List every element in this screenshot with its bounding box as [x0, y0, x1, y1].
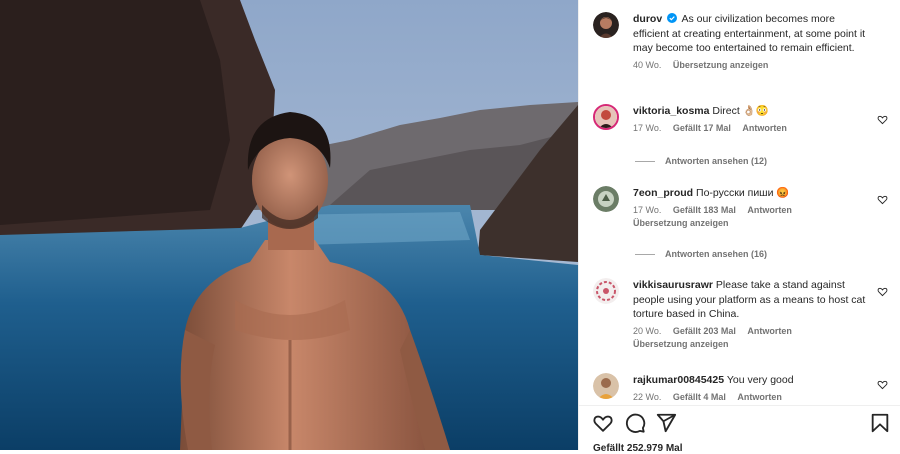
commenter-avatar[interactable]	[593, 373, 619, 399]
post-action-bar: Gefällt 252.979 Mal	[579, 405, 900, 454]
comment-username[interactable]: viktoria_kosma	[633, 105, 709, 117]
comment-likes[interactable]: Gefällt 203 Mal	[673, 326, 736, 336]
reply-link[interactable]: Antworten	[742, 123, 787, 133]
post-age: 40 Wo.	[633, 59, 662, 70]
reply-link[interactable]: Antworten	[737, 392, 782, 402]
comment-text: Direct 👌🏼😳	[712, 105, 769, 117]
post-photo[interactable]	[0, 0, 578, 450]
comment-username[interactable]: 7eon_proud	[633, 187, 693, 199]
comment-username[interactable]: vikkisaurusrawr	[633, 279, 713, 291]
comment-age: 17 Wo.	[633, 204, 662, 215]
translate-link[interactable]: Übersetzung anzeigen	[633, 339, 729, 349]
comment-icon[interactable]	[624, 412, 646, 434]
comment-like-heart-icon[interactable]	[877, 194, 888, 205]
translate-link[interactable]: Übersetzung anzeigen	[633, 218, 729, 228]
replies-divider	[635, 253, 655, 255]
comments-scroll[interactable]: durov As our civilization becomes more e…	[579, 0, 900, 405]
comment-likes[interactable]: Gefällt 17 Mal	[673, 123, 731, 133]
view-replies-label: Antworten ansehen (12)	[665, 156, 768, 166]
commenter-avatar[interactable]	[593, 186, 619, 212]
comments-panel: durov As our civilization becomes more e…	[578, 0, 900, 454]
comment-like-heart-icon[interactable]	[877, 286, 888, 297]
comment-age: 17 Wo.	[633, 122, 662, 133]
heart-icon[interactable]	[592, 412, 614, 434]
comment-item: vikkisaurusrawr Please take a stand agai…	[593, 278, 892, 358]
view-replies-label: Antworten ansehen (16)	[665, 249, 768, 259]
bookmark-icon[interactable]	[869, 412, 891, 434]
replies-divider	[635, 160, 655, 162]
reply-link[interactable]: Antworten	[747, 205, 792, 215]
comment-likes[interactable]: Gefällt 4 Mal	[673, 392, 726, 402]
comment-like-heart-icon[interactable]	[877, 114, 888, 125]
share-icon[interactable]	[655, 412, 677, 434]
comment-age: 22 Wo.	[633, 391, 662, 402]
commenter-avatar[interactable]	[593, 278, 619, 304]
post-image	[0, 0, 578, 450]
comment-text: You very good	[726, 374, 794, 386]
likes-count[interactable]: Gefällt 252.979 Mal	[593, 443, 683, 454]
post-caption: durov As our civilization becomes more e…	[593, 12, 892, 92]
comment-item: rajkumar00845425 You very good 22 Wo. Ge…	[593, 373, 892, 405]
comment-item: viktoria_kosma Direct 👌🏼😳 17 Wo. Gefällt…	[593, 104, 892, 144]
comment-text: По-русски пиши 😡	[696, 187, 790, 199]
translate-link[interactable]: Übersetzung anzeigen	[673, 60, 769, 70]
comment-item: 7eon_proud По-русски пиши 😡 17 Wo. Gefäl…	[593, 186, 892, 236]
view-replies-button[interactable]: Antworten ansehen (12)	[635, 156, 767, 166]
comment-likes[interactable]: Gefällt 183 Mal	[673, 205, 736, 215]
comment-username[interactable]: rajkumar00845425	[633, 374, 724, 386]
commenter-avatar[interactable]	[593, 104, 619, 130]
author-username[interactable]: durov	[633, 13, 662, 25]
verified-badge-icon	[667, 13, 678, 23]
author-avatar[interactable]	[593, 12, 619, 38]
reply-link[interactable]: Antworten	[747, 326, 792, 336]
view-replies-button[interactable]: Antworten ansehen (16)	[635, 249, 767, 259]
comment-like-heart-icon[interactable]	[877, 379, 888, 390]
comment-age: 20 Wo.	[633, 325, 662, 336]
